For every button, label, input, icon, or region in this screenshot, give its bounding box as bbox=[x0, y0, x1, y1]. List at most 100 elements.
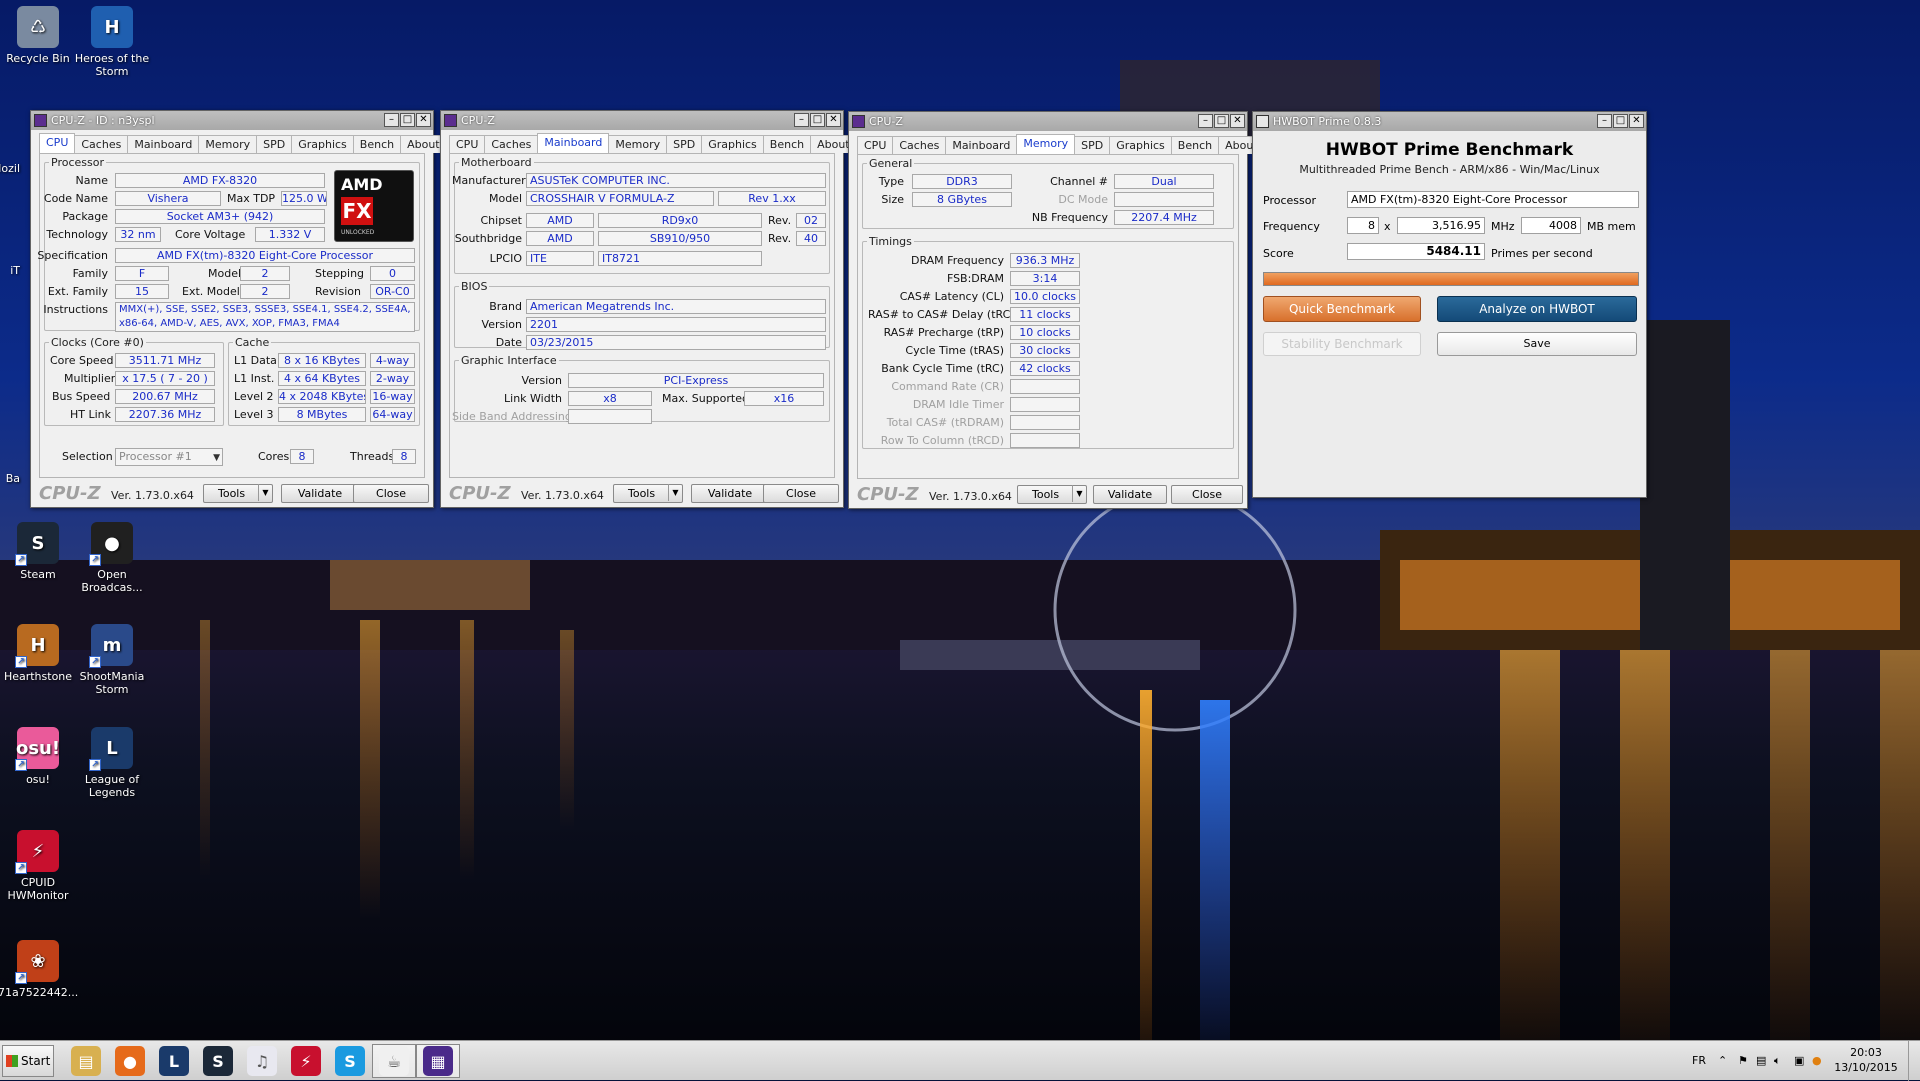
close-button[interactable]: Close bbox=[763, 484, 839, 503]
title-bar[interactable]: CPU-Z – □ ✕ bbox=[849, 112, 1247, 131]
taskbar-app[interactable]: S bbox=[328, 1044, 372, 1078]
desktop-icon[interactable]: L ↗ League of Legends bbox=[72, 727, 152, 799]
minimize-button[interactable]: – bbox=[384, 113, 399, 127]
memory-field[interactable]: 4008 bbox=[1521, 217, 1581, 234]
start-button[interactable]: Start bbox=[2, 1045, 54, 1077]
desktop-icon[interactable]: S ↗ Steam bbox=[0, 522, 78, 581]
title-bar[interactable]: CPU-Z - ID : n3yspl – □ ✕ bbox=[31, 111, 433, 130]
dc-mode-value bbox=[1114, 192, 1214, 207]
tab-bench[interactable]: Bench bbox=[352, 135, 402, 153]
desktop-icon[interactable]: m ↗ ShootMania Storm bbox=[72, 624, 152, 696]
maximize-button[interactable]: □ bbox=[400, 113, 415, 127]
tab-caches[interactable]: Caches bbox=[892, 136, 947, 154]
tab-cpu[interactable]: CPU bbox=[449, 135, 486, 153]
tab-bench[interactable]: Bench bbox=[762, 135, 812, 153]
tab-strip: CPU Caches Mainboard Memory SPD Graphics Bench… bbox=[857, 134, 1265, 154]
desktop-icon[interactable]: ❀ ↗ 71a7522442... bbox=[0, 940, 78, 999]
tab-memory[interactable]: Memory bbox=[608, 135, 668, 153]
update-icon[interactable]: ● bbox=[1812, 1041, 1822, 1081]
stability-benchmark-button[interactable]: Stability Benchmark bbox=[1263, 332, 1421, 356]
desktop-icon[interactable]: ● ↗ Open Broadcas... bbox=[72, 522, 152, 594]
maximize-button[interactable]: □ bbox=[1613, 114, 1628, 128]
tab-cpu[interactable]: CPU bbox=[39, 133, 76, 153]
minimize-button[interactable]: – bbox=[1597, 114, 1612, 128]
desktop-icon[interactable]: H ↗ Hearthstone bbox=[0, 624, 78, 683]
processor-select[interactable]: Processor #1 ▼ bbox=[115, 448, 223, 466]
network-icon[interactable]: ▤ bbox=[1756, 1041, 1766, 1081]
taskbar-app[interactable]: ♫ bbox=[240, 1044, 284, 1078]
processor-field[interactable]: AMD FX(tm)-8320 Eight-Core Processor bbox=[1347, 191, 1639, 208]
tab-memory[interactable]: Memory bbox=[198, 135, 258, 153]
hwbot-prime-window[interactable]: HWBOT Prime 0.8.3 – □ ✕ HWBOT Prime Benchm… bbox=[1252, 111, 1647, 498]
show-hidden-icons[interactable]: ⌃ bbox=[1718, 1041, 1727, 1081]
close-window-button[interactable]: ✕ bbox=[416, 113, 431, 127]
taskbar-app[interactable]: ● bbox=[108, 1044, 152, 1078]
tab-caches[interactable]: Caches bbox=[74, 135, 129, 153]
minimize-button[interactable]: – bbox=[1198, 114, 1213, 128]
desktop-icon[interactable]: H Heroes of the Storm bbox=[72, 6, 152, 78]
close-window-button[interactable]: ✕ bbox=[1230, 114, 1245, 128]
desktop-icon[interactable]: osu! ↗ osu! bbox=[0, 727, 78, 786]
volume-icon[interactable]: 🔈︎ bbox=[1774, 1041, 1781, 1081]
language-indicator[interactable]: FR bbox=[1692, 1041, 1706, 1081]
close-window-button[interactable]: ✕ bbox=[826, 113, 841, 127]
close-button[interactable]: Close bbox=[353, 484, 429, 503]
taskbar-app[interactable]: ⚡ bbox=[284, 1044, 328, 1078]
maximize-button[interactable]: □ bbox=[1214, 114, 1229, 128]
code-name-value: Vishera bbox=[115, 191, 221, 206]
tab-mainboard[interactable]: Mainboard bbox=[945, 136, 1018, 154]
timing-value bbox=[1010, 379, 1080, 394]
tab-graphics[interactable]: Graphics bbox=[1109, 136, 1172, 154]
tab-spd[interactable]: SPD bbox=[256, 135, 293, 153]
tools-button[interactable]: Tools ▼ bbox=[203, 484, 273, 503]
frequency-field[interactable]: 3,516.95 bbox=[1397, 217, 1485, 234]
cpuz-cpu-window[interactable]: CPU-Z - ID : n3yspl – □ ✕ CPU Caches Mainboa… bbox=[30, 110, 447, 508]
cpuz-mainboard-window[interactable]: CPU-Z – □ ✕ CPU Caches Mainboard Memory SPD Gra… bbox=[440, 110, 857, 508]
cores-field[interactable]: 8 bbox=[1347, 217, 1379, 234]
taskbar-app[interactable]: S bbox=[196, 1044, 240, 1078]
save-button[interactable]: Save bbox=[1437, 332, 1637, 356]
validate-button[interactable]: Validate bbox=[691, 484, 769, 503]
cpuz-memory-window[interactable]: CPU-Z – □ ✕ CPU Caches Mainboard Memory SPD Gra… bbox=[848, 111, 1265, 509]
tab-bench[interactable]: Bench bbox=[1170, 136, 1220, 154]
taskbar-app[interactable]: ▦ bbox=[416, 1044, 460, 1078]
timing-label: CAS# Latency (CL) bbox=[899, 290, 1004, 303]
tab-memory[interactable]: Memory bbox=[1016, 134, 1076, 154]
validate-button[interactable]: Validate bbox=[281, 484, 359, 503]
title-bar[interactable]: HWBOT Prime 0.8.3 – □ ✕ bbox=[1253, 112, 1646, 131]
chevron-down-icon[interactable]: ▼ bbox=[213, 450, 220, 465]
tab-spd[interactable]: SPD bbox=[666, 135, 703, 153]
validate-button[interactable]: Validate bbox=[1093, 485, 1167, 504]
minimize-button[interactable]: – bbox=[794, 113, 809, 127]
tab-graphics[interactable]: Graphics bbox=[701, 135, 764, 153]
title-bar[interactable]: CPU-Z – □ ✕ bbox=[441, 111, 843, 130]
cpuz-brand: CPU-Z bbox=[857, 484, 919, 505]
tab-mainboard[interactable]: Mainboard bbox=[537, 133, 610, 153]
show-desktop-button[interactable] bbox=[1908, 1041, 1920, 1081]
chevron-down-icon[interactable]: ▼ bbox=[668, 484, 682, 501]
tab-mainboard[interactable]: Mainboard bbox=[127, 135, 200, 153]
tab-cpu[interactable]: CPU bbox=[857, 136, 894, 154]
action-center-icon[interactable]: ⚑ bbox=[1738, 1041, 1748, 1081]
desktop-icon[interactable]: ⚡ ↗ CPUID HWMonitor bbox=[0, 830, 78, 902]
maximize-button[interactable]: □ bbox=[810, 113, 825, 127]
close-button[interactable]: Close bbox=[1171, 485, 1243, 504]
tools-button[interactable]: Tools ▼ bbox=[613, 484, 683, 503]
name-label: Name bbox=[75, 174, 108, 187]
clock[interactable]: 20:03 13/10/2015 bbox=[1826, 1045, 1906, 1075]
display-icon[interactable]: ▣ bbox=[1794, 1041, 1804, 1081]
taskbar-app[interactable]: L bbox=[152, 1044, 196, 1078]
analyze-on-hwbot-button[interactable]: Analyze on HWBOT bbox=[1437, 296, 1637, 322]
tab-graphics[interactable]: Graphics bbox=[291, 135, 354, 153]
desktop-icon[interactable]: ♺ Recycle Bin bbox=[0, 6, 78, 65]
chevron-down-icon[interactable]: ▼ bbox=[258, 484, 272, 501]
taskbar-app[interactable]: ☕ bbox=[372, 1044, 416, 1078]
tab-caches[interactable]: Caches bbox=[484, 135, 539, 153]
taskbar-app[interactable]: ▤ bbox=[64, 1044, 108, 1078]
tools-button[interactable]: Tools ▼ bbox=[1017, 485, 1087, 504]
shortcut-arrow-icon: ↗ bbox=[89, 656, 101, 668]
close-window-button[interactable]: ✕ bbox=[1629, 114, 1644, 128]
chevron-down-icon[interactable]: ▼ bbox=[1072, 485, 1086, 502]
quick-benchmark-button[interactable]: Quick Benchmark bbox=[1263, 296, 1421, 322]
tab-spd[interactable]: SPD bbox=[1074, 136, 1111, 154]
